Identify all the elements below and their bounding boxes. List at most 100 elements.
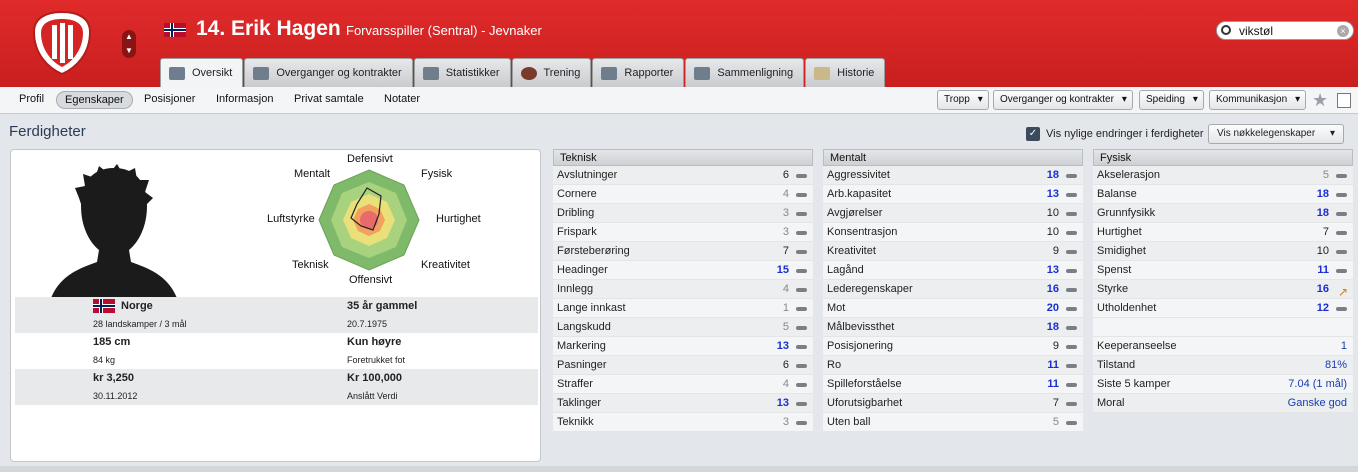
attribute-name: Ro [827, 359, 842, 371]
no-change-icon [1066, 250, 1077, 254]
attribute-row[interactable]: Keeperanseelse 1 [1093, 337, 1353, 356]
attribute-name: Straffer [557, 378, 593, 390]
attribute-row[interactable]: Posisjonering 9 [823, 337, 1083, 356]
radar-label-fysisk: Fysisk [421, 168, 453, 180]
attribute-row[interactable]: Avgjørelser 10 [823, 204, 1083, 223]
attribute-row[interactable]: Spenst 11 [1093, 261, 1353, 280]
overganger-dropdown[interactable]: Overganger og kontrakter [993, 90, 1133, 110]
overview-icon [169, 66, 185, 80]
speiding-dropdown[interactable]: Speiding [1139, 90, 1204, 110]
tab-trening[interactable]: Trening [511, 58, 592, 87]
tab-overganger[interactable]: Overganger og kontrakter [244, 58, 413, 87]
attribute-row[interactable]: Cornere 4 [553, 185, 813, 204]
attribute-row[interactable]: Målbevissthet 18 [823, 318, 1083, 337]
attribute-row[interactable]: Lederegenskaper 16 [823, 280, 1083, 299]
nationality[interactable]: Norge [121, 300, 153, 312]
subnav-egenskaper[interactable]: Egenskaper [56, 91, 133, 109]
no-change-icon [796, 345, 807, 349]
attribute-value: 20 [1046, 302, 1059, 314]
tab-sammenligning[interactable]: Sammenligning [685, 58, 805, 87]
attribute-row[interactable]: Ro 11 [823, 356, 1083, 375]
attribute-name: Avgjørelser [827, 207, 883, 219]
club-crest-icon[interactable] [32, 10, 92, 76]
star-icon[interactable]: ★ [1312, 90, 1328, 111]
no-change-icon [1066, 231, 1077, 235]
attribute-value: 10 [1046, 207, 1059, 219]
no-change-icon [1066, 402, 1077, 406]
recent-changes-checkbox[interactable]: ✓ [1026, 127, 1040, 141]
no-change-icon [796, 212, 807, 216]
attribute-row[interactable]: Headinger 15 [553, 261, 813, 280]
subnav-profil[interactable]: Profil [19, 93, 44, 105]
tab-rapporter[interactable]: Rapporter [592, 58, 685, 87]
subnav-informasjon[interactable]: Informasjon [216, 93, 273, 105]
attribute-row[interactable]: Markering 13 [553, 337, 813, 356]
attribute-row[interactable]: Frispark 3 [553, 223, 813, 242]
attribute-row[interactable]: Siste 5 kamper 7.04 (1 mål) [1093, 375, 1353, 394]
attribute-row[interactable]: Utholdenhet 12 [1093, 299, 1353, 318]
attribute-row[interactable]: Aggressivitet 18 [823, 166, 1083, 185]
attribute-name: Keeperanseelse [1097, 340, 1177, 352]
compare-icon [694, 66, 711, 80]
search-input[interactable]: vikstøl [1239, 24, 1273, 38]
attribute-row[interactable]: Kreativitet 9 [823, 242, 1083, 261]
subnav-privat-samtale[interactable]: Privat samtale [294, 93, 364, 105]
attribute-row[interactable]: Teknikk 3 [553, 413, 813, 432]
subnav-posisjoner[interactable]: Posisjoner [144, 93, 195, 105]
attribute-row[interactable]: Lange innkast 1 [553, 299, 813, 318]
down-arrow-icon[interactable]: ▼ [122, 44, 136, 58]
mentalt-header: Mentalt [823, 149, 1083, 166]
attribute-row[interactable]: Innlegg 4 [553, 280, 813, 299]
attribute-name: Hurtighet [1097, 226, 1142, 238]
radar-label-luftstyrke: Luftstyrke [267, 213, 315, 225]
attribute-row[interactable]: Tilstand 81% [1093, 356, 1353, 375]
attribute-row[interactable]: Smidighet 10 [1093, 242, 1353, 261]
attribute-row[interactable]: Dribling 3 [553, 204, 813, 223]
attribute-row[interactable]: Uforutsigbarhet 7 [823, 394, 1083, 413]
attribute-row[interactable]: Spilleforståelse 11 [823, 375, 1083, 394]
tab-historie[interactable]: Historie [805, 58, 886, 87]
tab-statistikker[interactable]: Statistikker [413, 58, 511, 87]
add-note-icon[interactable] [1337, 93, 1351, 108]
attribute-row[interactable]: Lagånd 13 [823, 261, 1083, 280]
tropp-dropdown[interactable]: Tropp [937, 90, 989, 110]
up-arrow-icon[interactable]: ▲ [122, 30, 136, 44]
clear-search-icon[interactable]: × [1337, 25, 1349, 37]
attribute-row[interactable]: Mot 20 [823, 299, 1083, 318]
player-position-club[interactable]: Forvarsspiller (Sentral) - Jevnaker [346, 23, 542, 38]
attribute-row[interactable]: Moral Ganske god [1093, 394, 1353, 413]
attribute-name: Styrke [1097, 283, 1129, 295]
attribute-row[interactable]: Akselerasjon 5 [1093, 166, 1353, 185]
attribute-row[interactable]: Taklinger 13 [553, 394, 813, 413]
attribute-value: 7 [782, 245, 789, 257]
search-field[interactable]: vikstøl × [1216, 21, 1354, 40]
key-attributes-dropdown[interactable]: Vis nøkkelegenskaper [1208, 124, 1344, 144]
attribute-row[interactable]: Avslutninger 6 [553, 166, 813, 185]
fysisk-header: Fysisk [1093, 149, 1353, 166]
sub-navigation: Profil Egenskaper Posisjoner Informasjon… [0, 87, 1358, 114]
attribute-name: Målbevissthet [827, 321, 895, 333]
attribute-row[interactable]: Balanse 18 [1093, 185, 1353, 204]
attribute-row[interactable]: Hurtighet 7 [1093, 223, 1353, 242]
attribute-row[interactable]: Førsteberøring 7 [553, 242, 813, 261]
attribute-row[interactable]: Pasninger 6 [553, 356, 813, 375]
attribute-row[interactable]: Grunnfysikk 18 [1093, 204, 1353, 223]
attribute-row[interactable]: Langskudd 5 [553, 318, 813, 337]
kommunikasjon-dropdown[interactable]: Kommunikasjon [1209, 90, 1307, 110]
subnav-notater[interactable]: Notater [384, 93, 420, 105]
attribute-row[interactable]: Uten ball 5 [823, 413, 1083, 432]
tab-oversikt[interactable]: Oversikt [160, 58, 244, 87]
attribute-name: Grunnfysikk [1097, 207, 1156, 219]
no-change-icon [1336, 231, 1347, 235]
attribute-row[interactable]: Straffer 4 [553, 375, 813, 394]
radar-label-mentalt: Mentalt [294, 168, 331, 180]
tab-label: Oversikt [192, 67, 233, 79]
attribute-row[interactable]: Styrke 16 ↗ [1093, 280, 1353, 299]
attribute-row[interactable]: Konsentrasjon 10 [823, 223, 1083, 242]
attribute-value: 3 [782, 416, 789, 428]
attribute-row[interactable]: Arb.kapasitet 13 [823, 185, 1083, 204]
recent-changes-label: Vis nylige endringer i ferdigheter [1046, 128, 1204, 140]
attribute-value: 13 [776, 340, 789, 352]
player-navigation[interactable]: ▲ ▼ [122, 30, 136, 58]
weight: 84 kg [93, 355, 116, 365]
